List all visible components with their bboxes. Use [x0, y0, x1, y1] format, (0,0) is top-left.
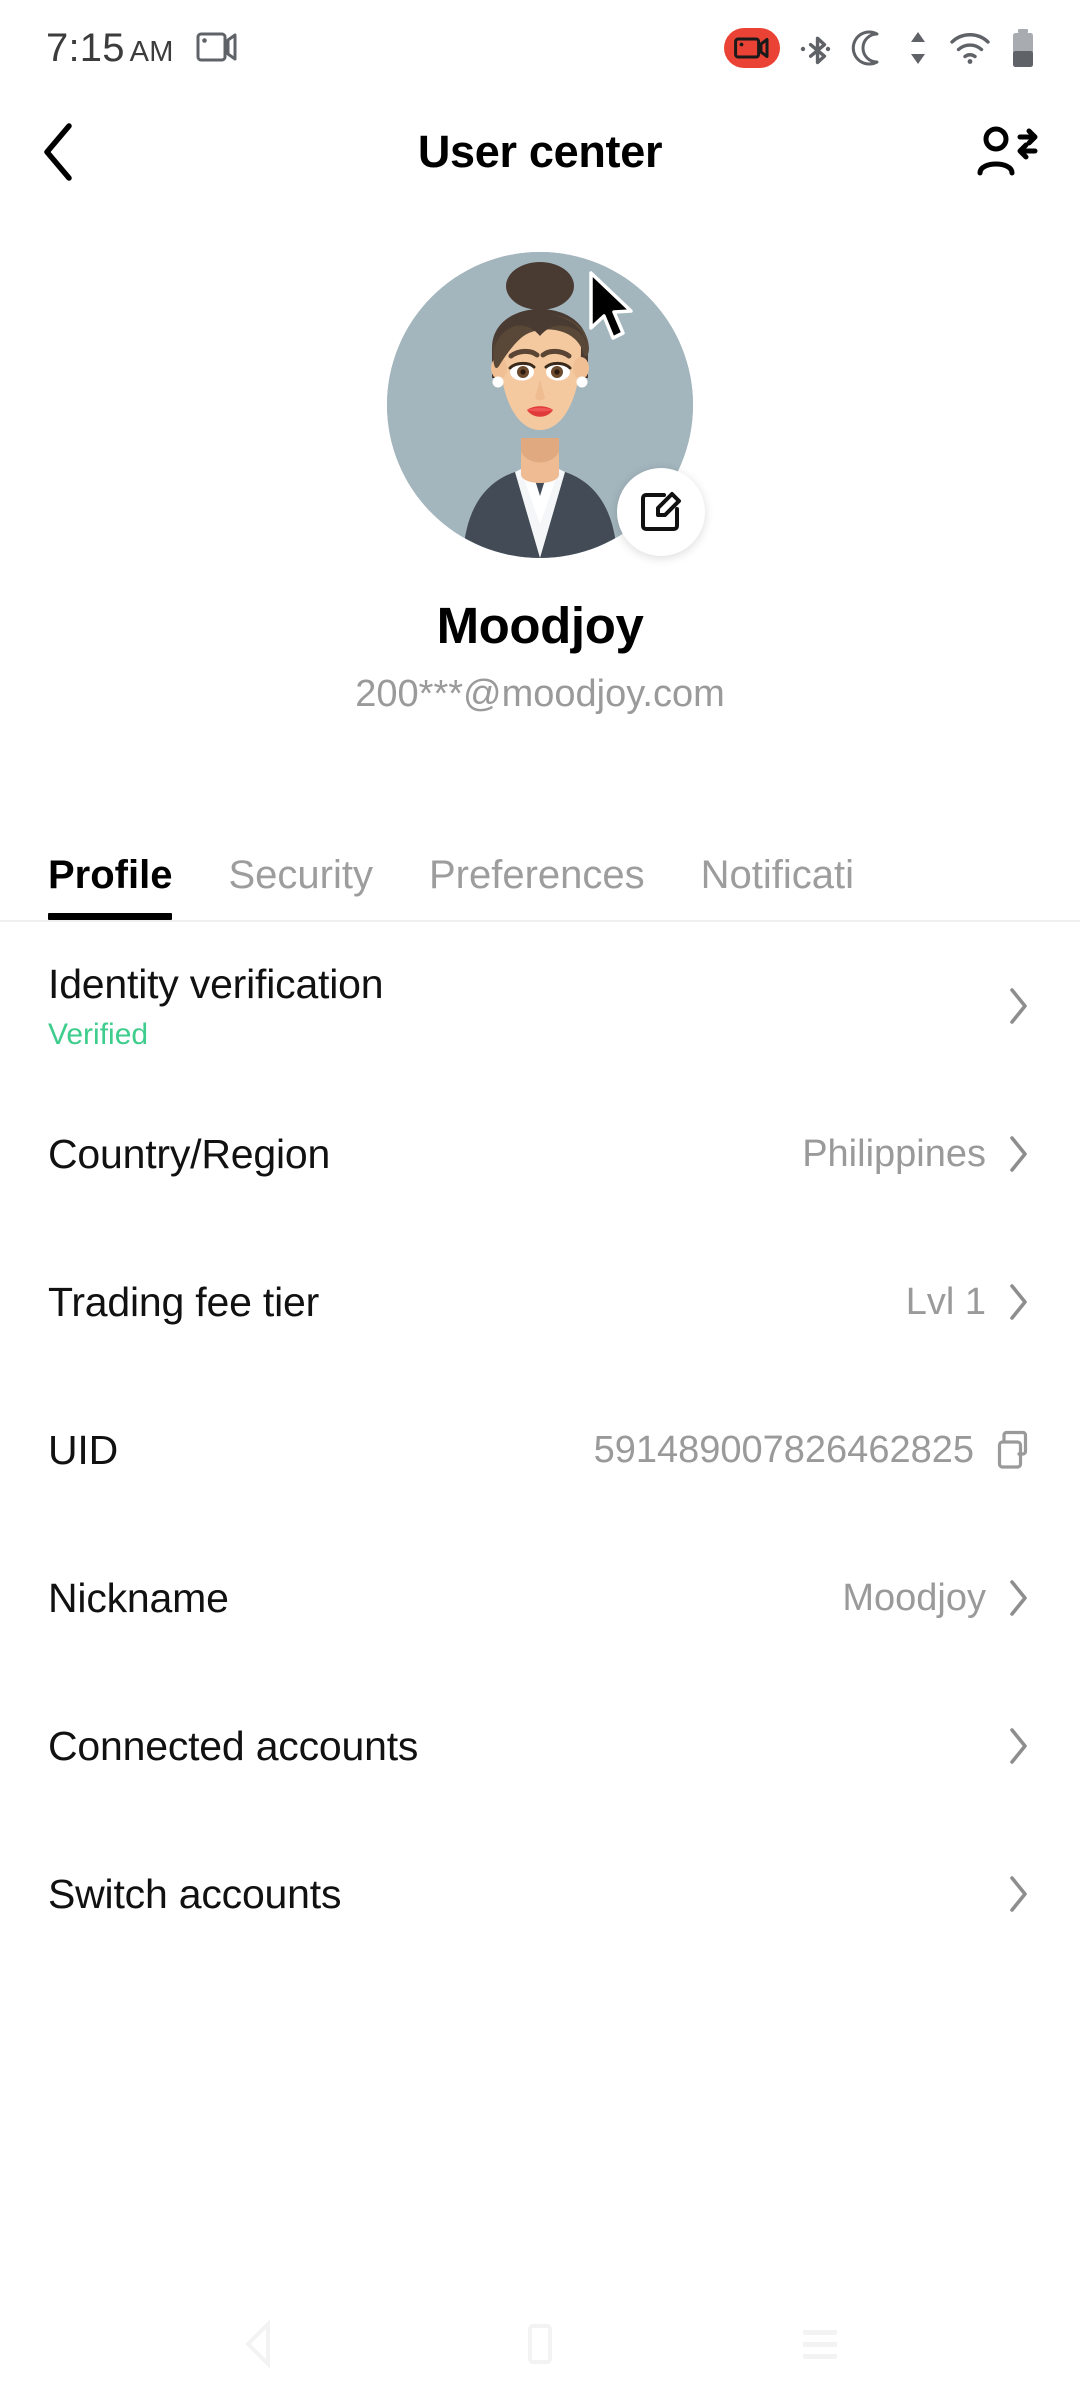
status-time-ampm: AM: [129, 35, 174, 68]
system-navigation-bar: [0, 2288, 1080, 2400]
avatar-wrapper: [387, 252, 705, 558]
row-label: Trading fee tier: [48, 1278, 320, 1325]
battery-icon: [1010, 27, 1036, 69]
edit-avatar-button[interactable]: [617, 468, 705, 556]
chevron-right-icon: [1006, 1874, 1032, 1914]
row-right: 591489007826462825: [594, 1429, 1032, 1472]
data-transfer-icon: [906, 28, 930, 68]
screen-recording-icon: [724, 28, 780, 68]
chevron-right-icon: [1006, 1578, 1032, 1618]
status-bar: 7:15 AM: [0, 0, 1080, 96]
row-connected-accounts[interactable]: Connected accounts: [0, 1672, 1080, 1820]
row-right: Philippines: [802, 1133, 1032, 1176]
chevron-right-icon: [1006, 1134, 1032, 1174]
row-nickname[interactable]: Nickname Moodjoy: [0, 1524, 1080, 1672]
edit-pencil-icon: [638, 489, 684, 535]
tab-profile[interactable]: Profile: [48, 853, 173, 920]
app-header: User center: [0, 96, 1080, 208]
row-value: Moodjoy: [842, 1576, 986, 1619]
chevron-right-icon: [1006, 986, 1032, 1026]
copy-uid-button[interactable]: [994, 1429, 1032, 1471]
row-right: Moodjoy: [842, 1577, 1032, 1620]
row-value: Philippines: [802, 1132, 986, 1175]
nav-home-icon[interactable]: [495, 2299, 585, 2389]
row-value: Lvl 1: [905, 1280, 986, 1323]
chevron-right-icon: [1006, 1282, 1032, 1322]
row-label: Switch accounts: [48, 1870, 342, 1917]
row-label: Country/Region: [48, 1130, 331, 1177]
wifi-icon: [948, 31, 992, 65]
user-name: Moodjoy: [436, 597, 644, 654]
row-trading-fee-tier[interactable]: Trading fee tier Lvl 1: [0, 1228, 1080, 1376]
row-left: Country/Region: [48, 1131, 330, 1178]
row-right: [1006, 986, 1032, 1026]
status-bar-right: [724, 27, 1036, 69]
status-bar-clock: 7:15 AM: [46, 26, 174, 71]
tab-security[interactable]: Security: [228, 853, 373, 920]
row-left: Identity verification Verified: [48, 960, 384, 1052]
row-left: Trading fee tier: [48, 1279, 319, 1326]
status-time-text: 7:15: [46, 25, 125, 70]
tab-notifications[interactable]: Notificati: [701, 853, 854, 920]
profile-section: Moodjoy 200***@moodjoy.com: [0, 208, 1080, 716]
status-bar-left: 7:15 AM: [46, 26, 238, 71]
chevron-right-icon: [1006, 1726, 1032, 1766]
row-label: Connected accounts: [48, 1722, 419, 1769]
row-value: 591489007826462825: [593, 1428, 974, 1471]
row-left: Connected accounts: [48, 1723, 418, 1770]
bluetooth-icon: [798, 28, 832, 68]
user-email: 200***@moodjoy.com: [355, 673, 725, 715]
screencast-icon: [196, 31, 238, 65]
row-label: Nickname: [48, 1574, 229, 1621]
user-center-screen: 7:15 AM User center Moodjoy 200***@moodj…: [0, 0, 1080, 2400]
row-right: Lvl 1: [906, 1281, 1032, 1324]
row-right: [1006, 1874, 1032, 1914]
row-left: UID: [48, 1427, 118, 1474]
profile-settings-list: Identity verification Verified Country/R…: [0, 922, 1080, 1968]
row-label: UID: [48, 1426, 119, 1473]
nav-back-icon[interactable]: [215, 2299, 305, 2389]
page-title: User center: [417, 126, 663, 177]
row-label: Identity verification: [48, 960, 384, 1007]
row-country-region[interactable]: Country/Region Philippines: [0, 1080, 1080, 1228]
nav-recents-icon[interactable]: [775, 2299, 865, 2389]
row-switch-accounts[interactable]: Switch accounts: [0, 1820, 1080, 1968]
status-badge: Verified: [48, 1017, 149, 1051]
tab-bar[interactable]: Profile Security Preferences Notificati: [0, 824, 1080, 920]
row-left: Switch accounts: [48, 1871, 341, 1918]
row-uid[interactable]: UID 591489007826462825: [0, 1376, 1080, 1524]
row-right: [1006, 1726, 1032, 1766]
row-left: Nickname: [48, 1575, 229, 1622]
tab-preferences[interactable]: Preferences: [429, 853, 645, 920]
row-identity-verification[interactable]: Identity verification Verified: [0, 932, 1080, 1080]
do-not-disturb-moon-icon: [850, 28, 888, 68]
